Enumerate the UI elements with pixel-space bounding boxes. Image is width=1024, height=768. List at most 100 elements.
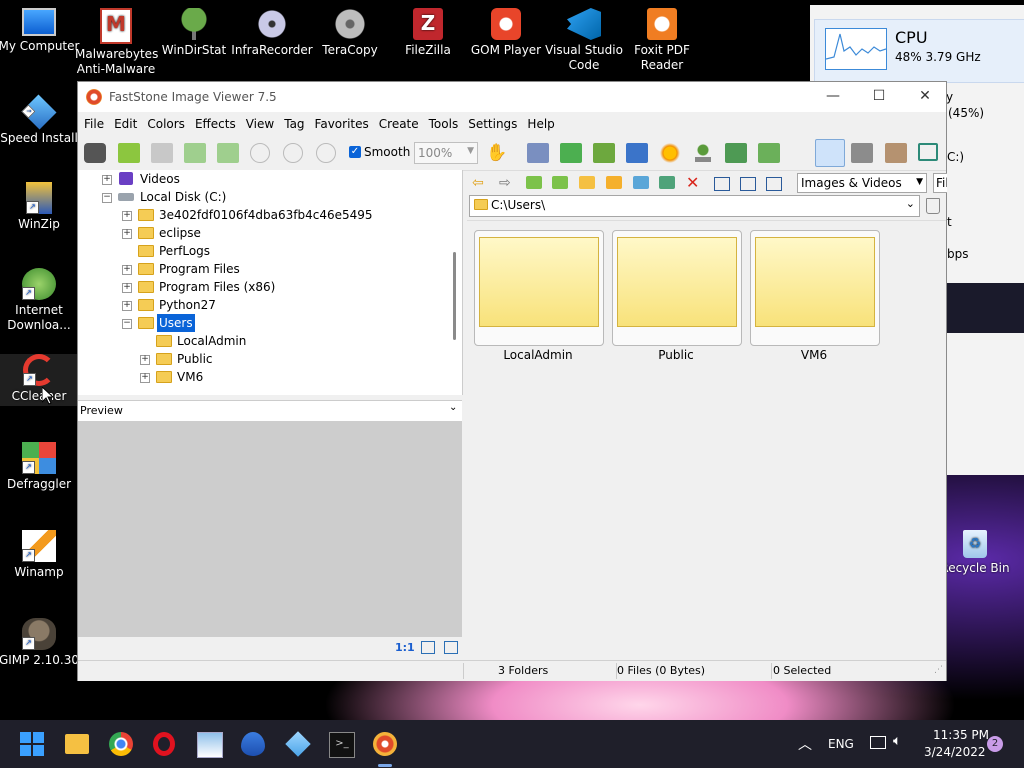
details-view-icon[interactable] <box>766 177 782 191</box>
title-bar[interactable]: FastStone Image Viewer 7.5 — ☐ ✕ <box>78 82 946 112</box>
color-adjust-icon[interactable] <box>626 143 648 163</box>
expand-icon[interactable]: + <box>140 355 150 365</box>
viewer-layout-icon[interactable] <box>885 143 907 163</box>
desktop-icon-defraggler[interactable]: ↗ Defraggler <box>0 442 80 492</box>
menu-effects[interactable]: Effects <box>190 112 241 136</box>
delete-x-icon[interactable]: ✕ <box>686 173 699 192</box>
double-chevron-down-icon[interactable]: ⌄ <box>449 402 457 413</box>
chevron-up-icon[interactable]: ︿ <box>798 734 812 754</box>
notification-badge[interactable]: 2 <box>987 736 1003 752</box>
cpu-panel[interactable]: CPU 48% 3.79 GHz <box>814 19 1024 83</box>
resize-grip-icon[interactable]: ⋰ <box>934 665 943 675</box>
fit-window-icon[interactable] <box>421 641 435 654</box>
image-viewer-icon[interactable] <box>197 732 223 758</box>
opera-icon[interactable] <box>153 732 175 756</box>
collapse-icon[interactable]: − <box>102 193 112 203</box>
expand-icon[interactable]: + <box>122 211 132 221</box>
menu-favorites[interactable]: Favorites <box>310 112 374 136</box>
collapse-icon[interactable]: − <box>122 319 132 329</box>
menu-tools[interactable]: Tools <box>424 112 464 136</box>
browser-layout-icon[interactable] <box>851 143 873 163</box>
volume-icon[interactable]: 🔈︎ <box>893 733 901 749</box>
grid-view-icon[interactable] <box>714 177 730 191</box>
desktop-icon-infrarecorder[interactable]: InfraRecorder <box>231 8 313 58</box>
save-icon[interactable] <box>151 143 173 163</box>
desktop-icon-filezilla[interactable]: Z FileZilla <box>387 8 469 58</box>
menu-edit[interactable]: Edit <box>109 112 142 136</box>
desktop-icon-ccleaner[interactable]: ↗ CCleaner <box>0 354 80 406</box>
zoom-out-icon[interactable] <box>283 143 303 163</box>
clock-time[interactable]: 11:35 PM <box>933 728 989 742</box>
favorite-folder-icon[interactable] <box>579 176 595 189</box>
address-bar[interactable]: C:\Users\ ⌄ <box>469 195 920 217</box>
refresh-folder-icon[interactable] <box>552 176 568 189</box>
zoom-combo[interactable]: 100% ▼ <box>414 142 478 164</box>
slideshow-icon[interactable] <box>527 143 549 163</box>
network-icon[interactable] <box>870 736 886 749</box>
chrome-icon[interactable] <box>109 732 133 756</box>
zoom-in-icon[interactable] <box>250 143 270 163</box>
next-image-icon[interactable] <box>217 143 239 163</box>
thumbnail-folder[interactable] <box>474 230 604 346</box>
expand-icon[interactable]: + <box>140 373 150 383</box>
move-to-icon[interactable] <box>659 176 675 189</box>
fullscreen-icon[interactable] <box>918 143 938 161</box>
menu-colors[interactable]: Colors <box>142 112 190 136</box>
hand-pan-icon[interactable]: ✋ <box>486 143 508 163</box>
terminal-icon[interactable]: >_ <box>329 732 355 758</box>
desktop-icon-gimp[interactable]: ↗ GIMP 2.10.30 <box>0 618 80 668</box>
maximize-button[interactable]: ☐ <box>856 82 902 112</box>
desktop-icon-malwarebytes[interactable]: M Malwarebytes Anti-Malware <box>75 8 158 77</box>
copy-to-icon[interactable] <box>633 176 649 189</box>
sort-combo[interactable]: Fil <box>933 173 947 193</box>
thumbnail-folder[interactable] <box>612 230 742 346</box>
desktop-icon-winamp[interactable]: ↗ Winamp <box>0 530 80 580</box>
smooth-checkbox[interactable]: ✓ <box>349 146 361 158</box>
actual-size-button[interactable]: 1:1 <box>395 641 415 654</box>
folder-tree[interactable]: + Videos − Local Disk (C:) + 3e402fdf010… <box>78 170 463 395</box>
back-arrow-icon[interactable]: ⇦ <box>472 175 484 191</box>
expand-icon[interactable]: + <box>122 229 132 239</box>
checklist-icon[interactable] <box>758 143 780 163</box>
preview-header[interactable]: Preview ⌄ <box>78 400 462 422</box>
desktop-icon-speed-install[interactable]: ↗ Speed Install <box>0 94 80 146</box>
menu-file[interactable]: File <box>78 112 109 136</box>
thumbnail-folder[interactable] <box>750 230 880 346</box>
menu-view[interactable]: View <box>241 112 279 136</box>
list-view-icon[interactable] <box>740 177 756 191</box>
fit-icon[interactable] <box>316 143 336 163</box>
file-explorer-icon[interactable] <box>65 734 89 754</box>
recycle-bin-icon[interactable] <box>926 198 940 214</box>
desktop-icon-my-computer[interactable]: My Computer <box>0 8 80 54</box>
desktop-icon-vscode[interactable]: Visual Studio Code <box>543 8 625 73</box>
prev-image-icon[interactable] <box>184 143 206 163</box>
menu-help[interactable]: Help <box>522 112 559 136</box>
windows-start-icon[interactable] <box>20 732 44 756</box>
menu-tag[interactable]: Tag <box>279 112 309 136</box>
up-folder-icon[interactable] <box>526 176 542 189</box>
expand-icon[interactable]: + <box>122 265 132 275</box>
desktop-icon-teracopy[interactable]: TeraCopy <box>309 8 391 58</box>
thumbnail-layout-icon[interactable] <box>815 139 845 167</box>
clock-date[interactable]: 3/24/2022 <box>924 745 986 759</box>
file-type-filter[interactable]: Images & Videos ▼ <box>797 173 927 193</box>
stamp-icon[interactable] <box>692 143 714 163</box>
export-icon[interactable] <box>560 143 582 163</box>
minimize-button[interactable]: — <box>810 82 856 112</box>
sun-brightness-icon[interactable] <box>659 143 681 163</box>
close-button[interactable]: ✕ <box>902 82 948 112</box>
menu-create[interactable]: Create <box>374 112 424 136</box>
chevron-down-icon[interactable]: ⌄ <box>906 197 915 210</box>
open-folder-icon[interactable] <box>118 143 140 163</box>
rotate-icon[interactable] <box>725 143 747 163</box>
water-drop-icon[interactable] <box>241 732 265 756</box>
faststone-taskbar-icon[interactable] <box>373 732 397 756</box>
camera-icon[interactable] <box>84 143 106 163</box>
desktop-icon-gom-player[interactable]: GOM Player <box>465 8 547 58</box>
tree-scrollbar[interactable] <box>453 252 456 340</box>
menu-settings[interactable]: Settings <box>463 112 522 136</box>
fullscreen-preview-icon[interactable] <box>444 641 458 654</box>
expand-icon[interactable]: + <box>122 283 132 293</box>
desktop-icon-foxit[interactable]: Foxit PDF Reader <box>621 8 703 73</box>
resize-icon[interactable] <box>593 143 615 163</box>
